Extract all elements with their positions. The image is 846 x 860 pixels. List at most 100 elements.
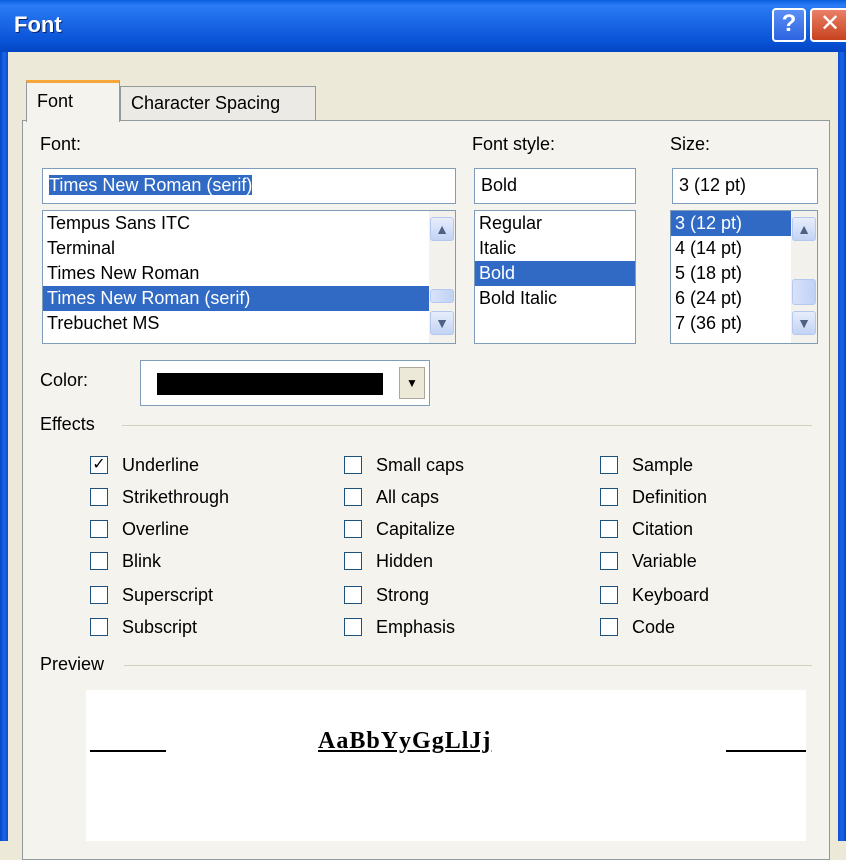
checkbox-icon[interactable]: [344, 456, 362, 474]
effect-label: Definition: [632, 486, 708, 507]
preview-left-rule: [90, 750, 166, 752]
font-listbox[interactable]: Tempus Sans ITC Terminal Times New Roman Ti…: [42, 210, 456, 344]
size-label: Size:: [670, 134, 711, 154]
color-dropdown[interactable]: ▼: [140, 360, 430, 406]
font-label: Font:: [40, 134, 82, 154]
font-style-input[interactable]: Bold: [474, 168, 636, 204]
checkbox-icon[interactable]: [600, 586, 618, 604]
checkbox-icon[interactable]: [90, 488, 108, 506]
font-list-item[interactable]: Times New Roman: [43, 261, 429, 286]
checkbox-icon[interactable]: [90, 520, 108, 538]
effect-checkbox-overline[interactable]: Overline: [90, 516, 189, 542]
effect-checkbox-strikethrough[interactable]: Strikethrough: [90, 484, 229, 510]
size-list-item[interactable]: 6 (24 pt): [671, 286, 791, 311]
font-list-item[interactable]: Terminal: [43, 236, 429, 261]
font-style-input-value: Bold: [481, 175, 518, 195]
effect-label: Strong: [376, 584, 430, 605]
effect-label: Code: [632, 616, 676, 637]
window-frame-left: [0, 52, 8, 841]
effect-checkbox-emphasis[interactable]: Emphasis: [344, 614, 455, 640]
effect-checkbox-keyboard[interactable]: Keyboard: [600, 582, 709, 608]
font-style-list-item[interactable]: Bold: [475, 261, 635, 286]
effect-checkbox-strong[interactable]: Strong: [344, 582, 429, 608]
effect-label: Citation: [632, 518, 694, 539]
scroll-down-icon[interactable]: ▼: [792, 311, 816, 335]
font-input[interactable]: Times New Roman (serif): [42, 168, 456, 204]
size-list-item[interactable]: 7 (36 pt): [671, 311, 791, 336]
font-list-scrollbar[interactable]: ▲ ▼: [429, 211, 455, 343]
help-button[interactable]: ?: [772, 8, 806, 42]
effect-checkbox-citation[interactable]: Citation: [600, 516, 693, 542]
checkbox-icon[interactable]: [344, 618, 362, 636]
font-style-list-item[interactable]: Italic: [475, 236, 635, 261]
checkbox-icon[interactable]: [600, 552, 618, 570]
color-label: Color:: [40, 370, 89, 390]
checkbox-icon[interactable]: [344, 586, 362, 604]
scroll-thumb[interactable]: [430, 289, 454, 303]
checkbox-checked-icon[interactable]: ✓: [90, 456, 108, 474]
close-icon: ✕: [819, 10, 841, 37]
close-button[interactable]: ✕: [810, 8, 846, 42]
checkbox-icon[interactable]: [600, 618, 618, 636]
dropdown-arrow-icon[interactable]: ▼: [399, 367, 425, 399]
effect-label: Keyboard: [632, 584, 710, 605]
preview-divider: [124, 665, 812, 666]
title-bar[interactable]: Font ? ✕: [0, 0, 846, 52]
effect-label: Sample: [632, 454, 694, 475]
scroll-up-icon[interactable]: ▲: [430, 217, 454, 241]
font-style-listbox[interactable]: Regular Italic Bold Bold Italic: [474, 210, 636, 344]
effect-checkbox-underline[interactable]: ✓ Underline: [90, 452, 199, 478]
scroll-thumb[interactable]: [792, 279, 816, 305]
size-listbox[interactable]: 3 (12 pt) 4 (14 pt) 5 (18 pt) 6 (24 pt) 7 (3…: [670, 210, 818, 344]
window-frame-right: [838, 52, 846, 841]
effect-label: Capitalize: [376, 518, 456, 539]
size-list-scrollbar[interactable]: ▲ ▼: [791, 211, 817, 343]
effects-group-label: Effects: [40, 414, 95, 434]
font-list-item[interactable]: Trebuchet MS: [43, 311, 429, 336]
checkbox-icon[interactable]: [344, 488, 362, 506]
effect-checkbox-subscript[interactable]: Subscript: [90, 614, 197, 640]
checkbox-icon[interactable]: [90, 552, 108, 570]
scroll-up-icon[interactable]: ▲: [792, 217, 816, 241]
effect-checkbox-hidden[interactable]: Hidden: [344, 548, 433, 574]
font-list-item[interactable]: Tempus Sans ITC: [43, 211, 429, 236]
tab-character-spacing-label: Character Spacing: [131, 93, 281, 113]
effect-checkbox-blink[interactable]: Blink: [90, 548, 161, 574]
checkbox-icon[interactable]: [600, 488, 618, 506]
color-swatch: [157, 373, 383, 395]
effect-checkbox-code[interactable]: Code: [600, 614, 675, 640]
effect-label: Superscript: [122, 584, 214, 605]
window-title: Font: [14, 12, 62, 37]
tab-font[interactable]: Font: [26, 80, 120, 122]
tab-character-spacing[interactable]: Character Spacing: [120, 86, 316, 120]
checkbox-icon[interactable]: [90, 586, 108, 604]
effect-checkbox-capitalize[interactable]: Capitalize: [344, 516, 455, 542]
size-list-item[interactable]: 4 (14 pt): [671, 236, 791, 261]
tab-font-label: Font: [37, 91, 74, 111]
checkbox-icon[interactable]: [600, 520, 618, 538]
effect-checkbox-small-caps[interactable]: Small caps: [344, 452, 464, 478]
checkbox-icon[interactable]: [344, 552, 362, 570]
effect-checkbox-superscript[interactable]: Superscript: [90, 582, 213, 608]
size-input[interactable]: 3 (12 pt): [672, 168, 818, 204]
effect-label: Strikethrough: [122, 486, 230, 507]
font-list-item[interactable]: Times New Roman (serif): [43, 286, 429, 311]
font-style-list-item[interactable]: Bold Italic: [475, 286, 635, 311]
effect-checkbox-sample[interactable]: Sample: [600, 452, 693, 478]
font-style-list-item[interactable]: Regular: [475, 211, 635, 236]
effect-checkbox-all-caps[interactable]: All caps: [344, 484, 439, 510]
scroll-down-icon[interactable]: ▼: [430, 311, 454, 335]
checkbox-icon[interactable]: [90, 618, 108, 636]
checkbox-icon[interactable]: [344, 520, 362, 538]
effect-label: Underline: [122, 454, 200, 475]
preview-sample-text: AaBbYyGgLlJj: [318, 728, 492, 754]
effect-checkbox-variable[interactable]: Variable: [600, 548, 697, 574]
font-style-label: Font style:: [472, 134, 556, 154]
size-list-item[interactable]: 3 (12 pt): [671, 211, 791, 236]
preview-group-label: Preview: [40, 654, 105, 674]
effect-label: Variable: [632, 550, 697, 571]
size-list-item[interactable]: 5 (18 pt): [671, 261, 791, 286]
effect-checkbox-definition[interactable]: Definition: [600, 484, 707, 510]
effects-divider: [122, 425, 812, 426]
checkbox-icon[interactable]: [600, 456, 618, 474]
